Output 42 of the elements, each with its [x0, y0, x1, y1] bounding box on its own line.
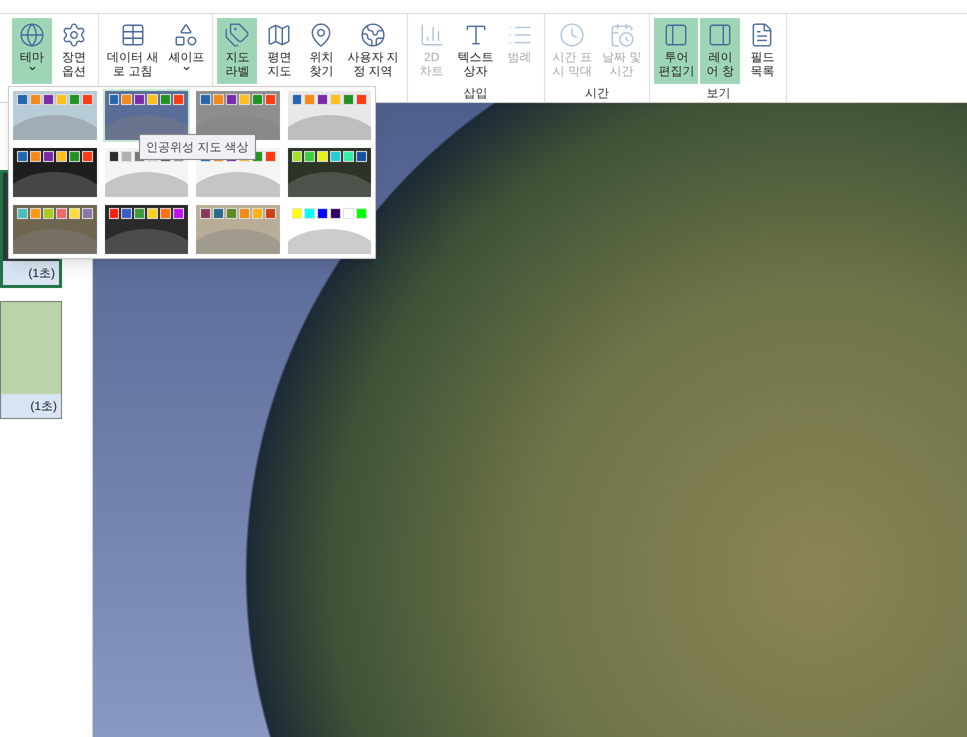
- caret-icon: [182, 64, 191, 73]
- scene-duration: (1초): [30, 398, 57, 415]
- ribbon-button[interactable]: 위치 찾기: [301, 18, 342, 84]
- theme-tile[interactable]: [288, 91, 371, 140]
- ribbon-button[interactable]: 장면 옵션: [54, 18, 94, 84]
- ribbon-button[interactable]: 텍스트 상자: [454, 18, 498, 84]
- panel-left-icon: [663, 22, 690, 48]
- theme-tile[interactable]: [196, 91, 280, 140]
- scene-thumbnail[interactable]: (1초): [0, 301, 62, 419]
- ribbon-button[interactable]: 사용자 지 정 지역: [343, 18, 403, 84]
- group-label: 삽입: [464, 85, 488, 102]
- globe-icon: [19, 22, 45, 48]
- globe-icon: [360, 22, 386, 48]
- group-label: 보기: [706, 85, 730, 102]
- ribbon-button[interactable]: 테마: [12, 18, 52, 84]
- caret-icon: [28, 64, 36, 73]
- folded-map-icon: [266, 22, 292, 48]
- bar-chart-icon: [418, 22, 445, 48]
- theme-tile[interactable]: [13, 91, 96, 140]
- panel-right-icon: [707, 22, 734, 48]
- theme-tile[interactable]: [196, 205, 280, 254]
- theme-tile[interactable]: [13, 205, 96, 254]
- shapes-icon: [173, 22, 200, 48]
- calendar-clock-icon: [608, 22, 635, 48]
- ribbon-button[interactable]: 셰이프: [164, 18, 208, 84]
- theme-tile[interactable]: [104, 91, 188, 140]
- ribbon-button[interactable]: 레이 어 창: [700, 18, 740, 84]
- scene-duration: (1초): [28, 265, 55, 282]
- ribbon-button[interactable]: 평면 지도: [259, 18, 300, 84]
- theme-tile[interactable]: [104, 205, 188, 254]
- tag-icon: [224, 22, 250, 48]
- theme-tile[interactable]: [13, 148, 96, 197]
- table-icon: [120, 22, 146, 48]
- tooltip: 인공위성 지도 색상: [139, 134, 256, 160]
- gear-icon: [61, 22, 87, 48]
- ribbon-button[interactable]: 투어 편집기: [654, 18, 698, 84]
- group-label: 시간: [585, 85, 610, 102]
- ribbon-button[interactable]: 데이터 새 로 고침: [103, 18, 162, 84]
- theme-tile[interactable]: [288, 148, 371, 197]
- ribbon-button[interactable]: 필드 목록: [742, 18, 782, 84]
- ribbon-button[interactable]: 지도 라벨: [217, 18, 258, 84]
- clock-icon: [559, 22, 586, 48]
